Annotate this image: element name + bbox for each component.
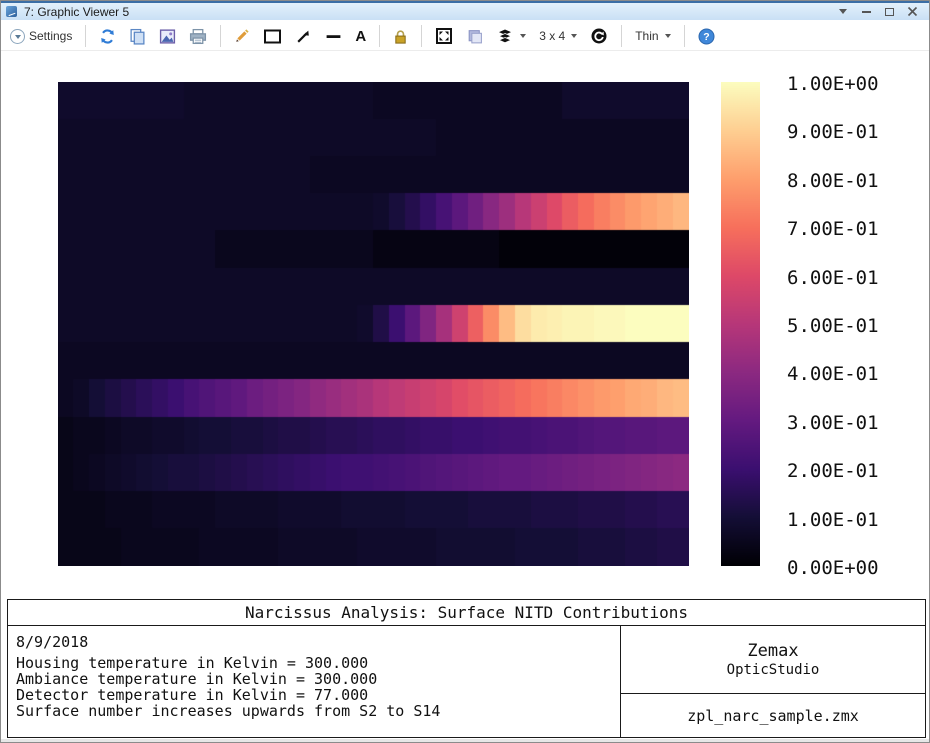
separator [684,25,685,47]
chevron-down-icon [520,34,526,38]
fit-frame-icon [435,27,453,45]
separator [421,25,422,47]
separator [621,25,622,47]
window-controls [836,6,929,18]
rectangle-tool-button[interactable] [260,26,285,47]
rotate-icon [590,27,608,45]
line-icon [325,28,342,45]
window-bottom-edge [1,739,929,743]
window-title: 7: Graphic Viewer 5 [24,5,129,19]
analysis-info-line: Ambiance temperature in Kelvin = 300.000 [16,671,620,687]
window-menu-dropdown-icon[interactable] [836,6,850,18]
colorbar-tick-label: 6.00E-01 [787,268,907,288]
colorbar-tick-label: 2.00E-01 [787,461,907,481]
layered-windows-button[interactable] [463,26,486,47]
colorbar-tick-label: 5.00E-01 [787,316,907,336]
branding-column: Zemax OpticStudio zpl_narc_sample.zmx [620,626,925,737]
refresh-icon [99,28,116,45]
analysis-info: 8/9/2018 Housing temperature in Kelvin = … [8,626,620,737]
plot-title: Narcissus Analysis: Surface NITD Contrib… [8,600,925,626]
chevron-down-icon [665,34,671,38]
colorbar-tick-label: 3.00E-01 [787,413,907,433]
colorbar [721,82,760,566]
print-icon [189,28,207,45]
minimize-icon[interactable] [859,6,873,18]
copy-button[interactable] [126,26,149,47]
print-button[interactable] [186,26,210,47]
annotation-body: 8/9/2018 Housing temperature in Kelvin = … [8,626,925,737]
svg-text:?: ? [703,31,709,43]
lock-button[interactable] [390,26,411,47]
narcissus-heatmap [58,82,689,566]
colorbar-tick-label: 1.00E-01 [787,510,907,530]
settings-label: Settings [29,29,72,43]
save-image-icon [159,28,176,45]
layered-windows-icon [466,28,483,45]
help-icon: ? [698,28,715,45]
layer-stack-icon [496,28,514,45]
brand-name: Zemax [747,642,798,660]
close-icon[interactable] [905,6,919,18]
colorbar-tick-label: 9.00E-01 [787,122,907,142]
maximize-icon[interactable] [882,6,896,18]
brand-product: OpticStudio [727,663,820,678]
pencil-tool-button[interactable] [231,26,253,46]
layer-stack-button[interactable] [493,26,529,47]
text-tool-button[interactable]: A [352,27,369,46]
chevron-down-icon [571,34,577,38]
arrow-tool-button[interactable] [292,26,315,47]
file-cell: zpl_narc_sample.zmx [621,694,925,737]
separator [220,25,221,47]
brand-cell: Zemax OpticStudio [621,626,925,694]
lock-icon [393,28,408,45]
help-button[interactable]: ? [695,26,718,47]
arrow-icon [295,28,312,45]
refresh-button[interactable] [96,26,119,47]
copy-icon [129,28,146,45]
app-icon [6,6,17,17]
rotate-button[interactable] [587,25,611,47]
grid-size-label: 3 x 4 [539,29,565,43]
line-thickness-dropdown[interactable]: Thin [632,27,673,45]
colorbar-tick-label: 8.00E-01 [787,171,907,191]
line-tool-button[interactable] [322,26,345,47]
title-bar[interactable]: 7: Graphic Viewer 5 [1,1,929,20]
settings-button[interactable]: Settings [7,27,75,46]
annotation-box: Narcissus Analysis: Surface NITD Contrib… [7,599,926,738]
colorbar-tick-label: 4.00E-01 [787,364,907,384]
analysis-info-line: 8/9/2018 [16,634,620,650]
settings-chevron-icon [10,29,25,44]
separator [379,25,380,47]
pencil-icon [234,28,250,44]
analysis-info-line: Detector temperature in Kelvin = 77.000 [16,687,620,703]
line-thickness-label: Thin [635,29,658,43]
grid-size-dropdown[interactable]: 3 x 4 [536,27,580,45]
toolbar: Settings [1,22,929,51]
colorbar-tick-label: 0.00E+00 [787,558,907,578]
graphic-viewer-window: 7: Graphic Viewer 5 Settings [0,0,930,743]
save-image-button[interactable] [156,26,179,47]
rectangle-icon [263,28,282,45]
fit-frame-button[interactable] [432,25,456,47]
colorbar-tick-label: 7.00E-01 [787,219,907,239]
colorbar-tick-label: 1.00E+00 [787,74,907,94]
lens-file-name: zpl_narc_sample.zmx [687,707,859,725]
separator [85,25,86,47]
analysis-info-line: Surface number increases upwards from S2… [16,703,620,719]
text-tool-icon: A [355,29,366,44]
analysis-info-line: Housing temperature in Kelvin = 300.000 [16,655,620,671]
